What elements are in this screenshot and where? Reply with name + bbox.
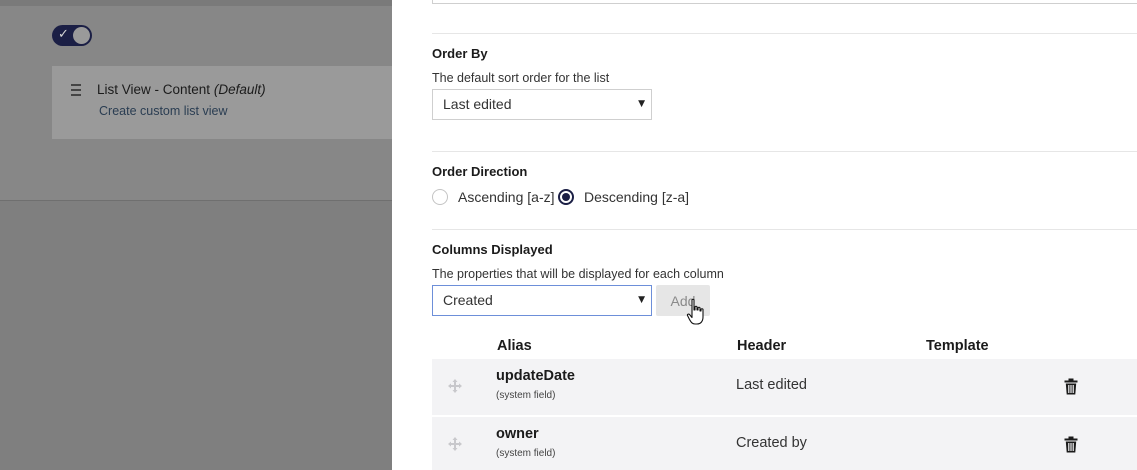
row-system-field-note: (system field): [496, 390, 556, 401]
columns-displayed-label: Columns Displayed: [432, 242, 553, 257]
template-column-header: Template: [926, 338, 989, 354]
list-view-card[interactable]: List View - Content (Default) Create cus…: [52, 66, 392, 139]
row-header: Created by: [736, 435, 807, 451]
hand-pointer-icon: [686, 298, 704, 325]
divider: [432, 229, 1137, 230]
background-header-strip: [0, 0, 392, 6]
list-view-default-tag: (Default): [213, 82, 266, 97]
order-direction-label: Order Direction: [432, 164, 528, 179]
divider: [432, 33, 1137, 34]
list-view-settings-panel: Order By The default sort order for the …: [392, 0, 1137, 470]
trash-icon[interactable]: [1064, 436, 1078, 453]
ascending-radio-label[interactable]: Ascending [a-z]: [458, 189, 555, 205]
check-icon: ✓: [58, 27, 69, 42]
table-row: owner (system field) Created by: [432, 417, 1137, 470]
order-by-selected: Last edited: [443, 96, 512, 112]
descending-radio[interactable]: [558, 189, 574, 205]
row-alias: owner: [496, 426, 539, 442]
descending-radio-label[interactable]: Descending [z-a]: [584, 189, 689, 205]
list-view-toggle[interactable]: ✓: [52, 25, 92, 46]
create-custom-list-view-link[interactable]: Create custom list view: [99, 104, 228, 118]
order-by-label: Order By: [432, 46, 488, 61]
row-header: Last edited: [736, 377, 807, 393]
background-editor: ✓ List View - Content (Default) Create c…: [0, 0, 392, 201]
caret-down-icon: ▼: [638, 295, 645, 305]
divider: [432, 151, 1137, 152]
order-by-description: The default sort order for the list: [432, 71, 610, 85]
column-property-selected: Created: [443, 292, 493, 308]
caret-down-icon: ▼: [638, 99, 645, 109]
row-system-field-note: (system field): [496, 448, 556, 459]
table-row: updateDate (system field) Last edited: [432, 359, 1137, 415]
previous-field-input[interactable]: [432, 0, 1137, 4]
trash-icon[interactable]: [1064, 378, 1078, 395]
header-column-header: Header: [737, 338, 787, 354]
columns-displayed-description: The properties that will be displayed fo…: [432, 267, 724, 281]
order-by-select[interactable]: Last edited ▼: [432, 89, 652, 120]
list-view-title: List View - Content (Default): [97, 82, 266, 97]
move-icon[interactable]: [448, 437, 462, 451]
ascending-radio[interactable]: [432, 189, 448, 205]
row-alias: updateDate: [496, 368, 575, 384]
alias-column-header: Alias: [497, 338, 532, 354]
drag-handle-icon: [71, 84, 81, 99]
column-property-select[interactable]: Created ▼: [432, 285, 652, 316]
toggle-knob: [73, 27, 90, 44]
move-icon[interactable]: [448, 379, 462, 393]
